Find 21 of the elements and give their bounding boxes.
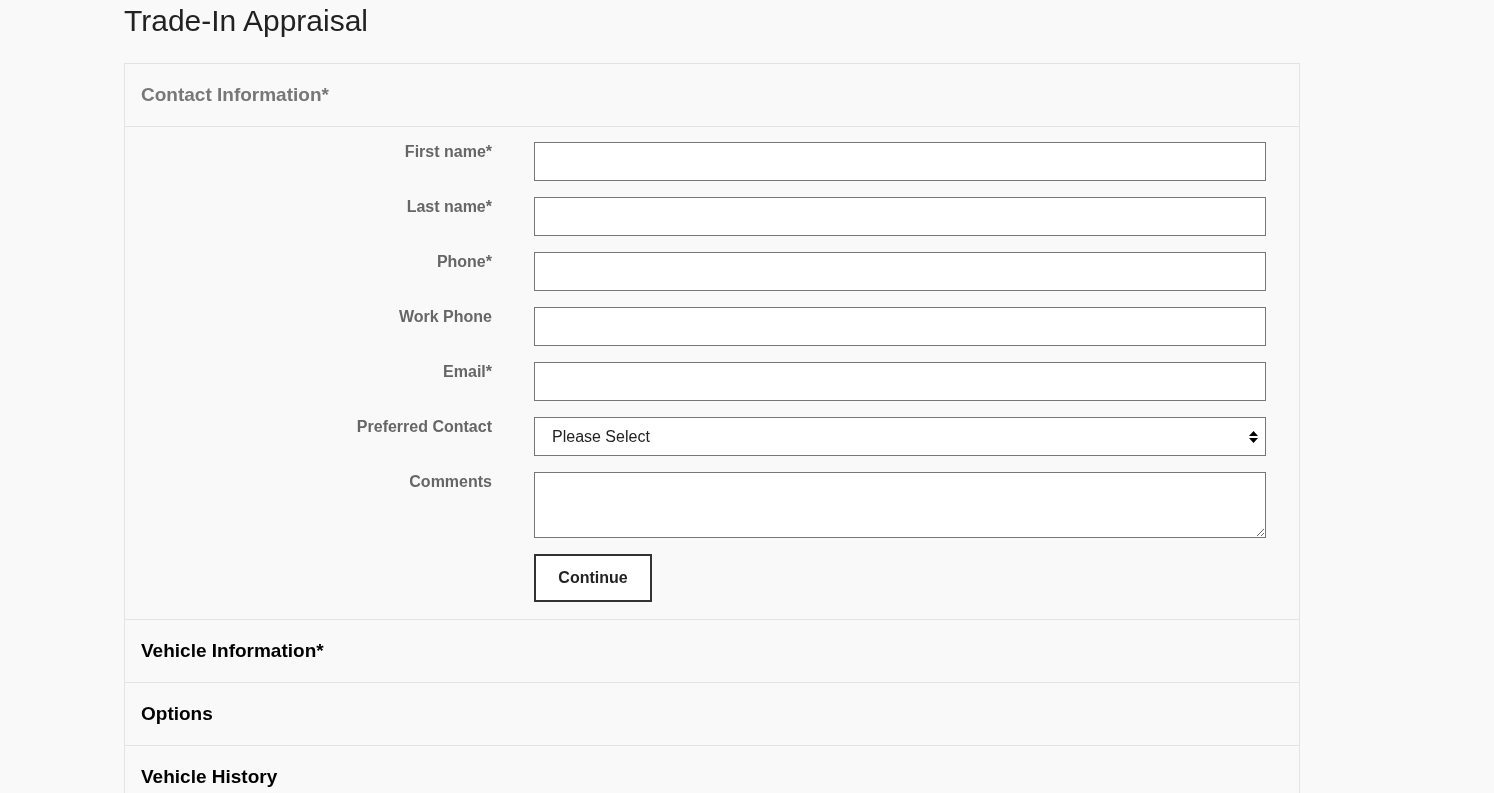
sort-arrows-icon <box>1249 430 1258 443</box>
section-header[interactable]: Options <box>141 699 213 729</box>
page-title: Trade-In Appraisal <box>124 4 369 39</box>
text-input[interactable] <box>534 142 1266 181</box>
text-input[interactable] <box>534 197 1266 236</box>
text-input[interactable] <box>534 362 1266 401</box>
comments-textarea[interactable] <box>534 472 1266 538</box>
field-label: Email* <box>443 362 492 381</box>
field-label: Phone* <box>436 252 492 271</box>
continue-button[interactable]: Continue <box>534 554 652 602</box>
field-label: Work Phone <box>398 307 492 326</box>
field-label: Preferred Contact <box>356 417 492 436</box>
section-header[interactable]: Contact Information* <box>141 80 329 110</box>
field-label: Comments <box>409 472 492 491</box>
text-input[interactable] <box>534 252 1266 291</box>
text-input[interactable] <box>534 307 1266 346</box>
section-header[interactable]: Vehicle Information* <box>141 636 324 666</box>
field-label: Last name* <box>406 197 492 216</box>
section-header[interactable]: Vehicle History <box>141 762 278 792</box>
select-field[interactable]: Please Select <box>534 417 1266 456</box>
field-label: First name* <box>404 142 492 161</box>
